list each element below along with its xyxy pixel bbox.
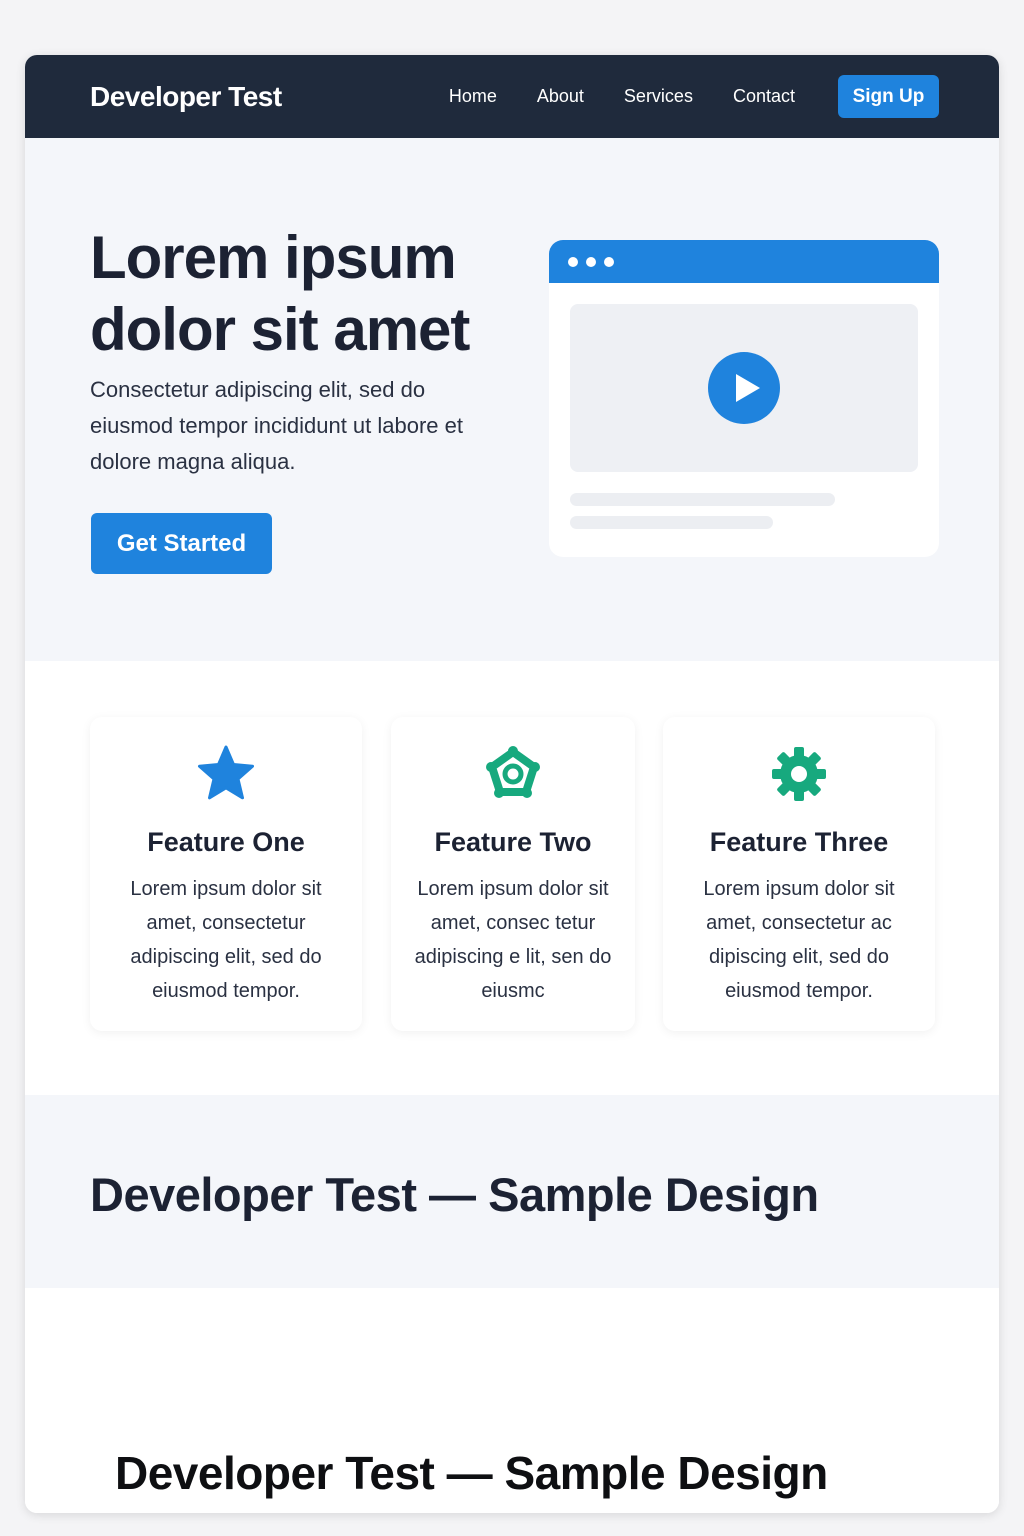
pentagon-badge-icon (486, 746, 540, 798)
bottom-heading: Developer Test — Sample Design (115, 1447, 828, 1499)
hero-section: Lorem ipsum dolor sit amet Consectetur a… (25, 138, 999, 661)
feature-text: Lorem ipsum dolor sit amet, consectetur … (703, 878, 895, 1002)
sign-up-button[interactable]: Sign Up (838, 75, 939, 118)
feature-card-three: Feature Three Lorem ipsum dolor sit amet… (663, 717, 935, 1031)
gear-icon (772, 747, 826, 801)
feature-title: Feature One (147, 827, 305, 857)
feature-text: Lorem ipsum dolor sit amet, consectetur … (130, 878, 322, 1002)
browser-mockup (549, 240, 939, 557)
hero-title: Lorem ipsum dolor sit amet (90, 224, 470, 363)
get-started-button[interactable]: Get Started (91, 513, 272, 574)
sample-design-heading: Developer Test — Sample Design (90, 1168, 819, 1221)
text-placeholder-line (570, 516, 773, 529)
sample-design-section: Developer Test — Sample Design (25, 1095, 999, 1288)
feature-card-one: Feature One Lorem ipsum dolor sit amet, … (90, 717, 362, 1031)
hero-subtitle: Consectetur adipiscing elit, sed do eius… (90, 377, 463, 474)
nav-link-home[interactable]: Home (449, 86, 497, 107)
browser-title-bar (549, 240, 939, 283)
star-icon (198, 745, 254, 800)
feature-card-two: Feature Two Lorem ipsum dolor sit amet, … (391, 717, 635, 1031)
window-dot-icon (586, 256, 596, 267)
nav-link-contact[interactable]: Contact (733, 86, 795, 107)
page-frame: Developer Test Home About Services Conta… (25, 55, 999, 1513)
video-placeholder (570, 304, 918, 472)
feature-title: Feature Three (709, 827, 889, 857)
brand-logo[interactable]: Developer Test (90, 81, 282, 113)
nav-links: Home About Services Contact Sign Up (449, 75, 939, 118)
feature-title: Feature Two (434, 827, 592, 857)
play-icon[interactable] (708, 352, 780, 424)
bottom-section: Developer Test — Sample Design (25, 1288, 999, 1513)
nav-link-about[interactable]: About (537, 86, 584, 107)
window-dot-icon (568, 256, 578, 267)
text-placeholder-line (570, 493, 835, 506)
features-section: Feature One Lorem ipsum dolor sit amet, … (25, 661, 999, 1095)
feature-text: Lorem ipsum dolor sit amet, consec tetur… (414, 878, 612, 1002)
navbar: Developer Test Home About Services Conta… (25, 55, 999, 138)
window-dot-icon (604, 256, 614, 267)
nav-link-services[interactable]: Services (624, 86, 693, 107)
